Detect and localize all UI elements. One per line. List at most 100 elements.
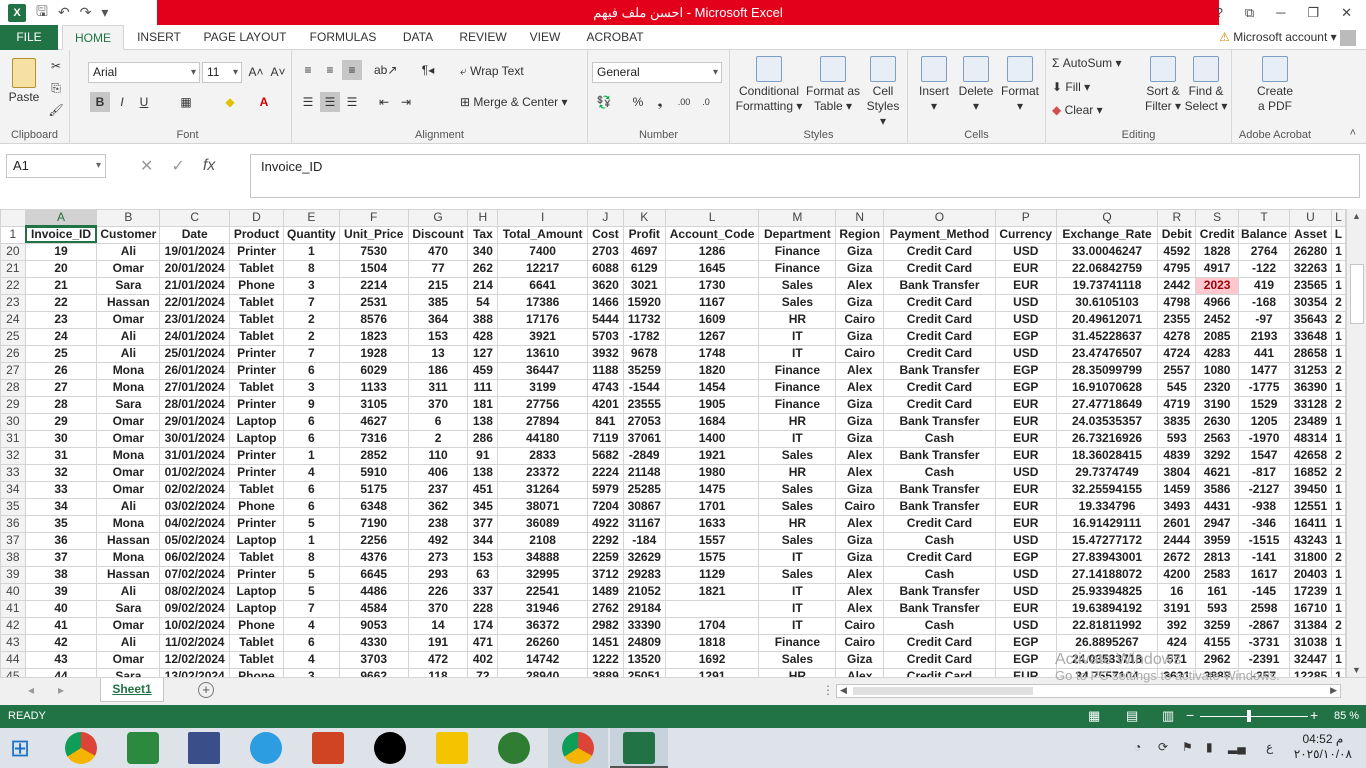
column-header-u[interactable]: U bbox=[1289, 209, 1332, 227]
cell[interactable]: 118 bbox=[407, 667, 469, 677]
cell[interactable]: 22 bbox=[24, 293, 98, 312]
middle-align-icon[interactable]: ≡ bbox=[320, 60, 340, 80]
cell[interactable]: 44180 bbox=[497, 429, 589, 448]
cell[interactable]: 27.47718649 bbox=[1055, 395, 1159, 414]
cell[interactable]: USD bbox=[994, 293, 1057, 312]
cell[interactable]: 1820 bbox=[664, 361, 760, 380]
cell[interactable]: Alex bbox=[835, 378, 885, 397]
header-cell[interactable]: Debit bbox=[1157, 225, 1197, 244]
cell[interactable]: 5703 bbox=[587, 327, 624, 346]
cell[interactable]: Laptop bbox=[229, 599, 284, 618]
cell[interactable]: 32263 bbox=[1289, 259, 1332, 278]
cell[interactable]: 2947 bbox=[1195, 514, 1240, 533]
cell[interactable]: 14742 bbox=[497, 650, 589, 669]
cell[interactable]: 35 bbox=[24, 514, 98, 533]
cell[interactable]: 34888 bbox=[497, 548, 589, 567]
cell[interactable]: EUR bbox=[994, 429, 1057, 448]
cell[interactable]: Alex bbox=[835, 565, 885, 584]
comma-style-icon[interactable]: ❟ bbox=[650, 92, 670, 112]
cell[interactable]: 1609 bbox=[664, 310, 760, 329]
cell[interactable]: -817 bbox=[1238, 463, 1291, 482]
cell[interactable]: 2813 bbox=[1195, 548, 1240, 567]
cell[interactable]: 8 bbox=[282, 259, 340, 278]
cell[interactable]: Credit Card bbox=[883, 633, 996, 652]
cell[interactable]: 153 bbox=[467, 548, 499, 567]
cell[interactable]: Giza bbox=[835, 650, 885, 669]
cell[interactable]: 2355 bbox=[1157, 310, 1197, 329]
cell[interactable]: 36447 bbox=[497, 361, 589, 380]
cell[interactable]: 344 bbox=[467, 531, 499, 550]
bottom-align-icon[interactable]: ≡ bbox=[342, 60, 362, 80]
cell[interactable]: 1475 bbox=[664, 480, 760, 499]
cell[interactable]: 3 bbox=[282, 276, 340, 295]
cell[interactable]: 13610 bbox=[497, 344, 589, 363]
cell[interactable]: 28658 bbox=[1289, 344, 1332, 363]
cell[interactable]: IT bbox=[758, 548, 837, 567]
cell[interactable]: 1 bbox=[1330, 633, 1346, 652]
cell[interactable]: 5910 bbox=[338, 463, 409, 482]
t-app-icon[interactable] bbox=[436, 732, 468, 764]
cell[interactable]: Printer bbox=[229, 514, 284, 533]
cell[interactable]: 4283 bbox=[1195, 344, 1240, 363]
cell[interactable]: 459 bbox=[467, 361, 499, 380]
cell[interactable]: 228 bbox=[467, 599, 499, 618]
cell[interactable]: 02/02/2024 bbox=[159, 480, 231, 499]
cell[interactable]: 2563 bbox=[1195, 429, 1240, 448]
cell[interactable]: 127 bbox=[467, 344, 499, 363]
cell[interactable]: 7316 bbox=[338, 429, 409, 448]
column-header-b[interactable]: B bbox=[96, 209, 161, 227]
cell[interactable]: 111 bbox=[467, 378, 499, 397]
cell[interactable]: 1167 bbox=[664, 293, 760, 312]
cell[interactable]: Omar bbox=[96, 616, 161, 635]
cell[interactable]: Cairo bbox=[835, 616, 885, 635]
cell[interactable]: 18.36028415 bbox=[1055, 446, 1159, 465]
cell[interactable]: 30.6105103 bbox=[1055, 293, 1159, 312]
cell[interactable]: Giza bbox=[835, 480, 885, 499]
cell[interactable]: 2 bbox=[1330, 361, 1346, 380]
cell[interactable]: Laptop bbox=[229, 582, 284, 601]
row-header[interactable]: 35 bbox=[0, 497, 26, 516]
cell[interactable]: Mona bbox=[96, 514, 161, 533]
cell[interactable]: Alex bbox=[835, 446, 885, 465]
cell[interactable]: Laptop bbox=[229, 412, 284, 431]
cell[interactable]: HR bbox=[758, 463, 837, 482]
zoom-slider[interactable] bbox=[1200, 716, 1308, 717]
cell[interactable]: 1 bbox=[1330, 667, 1346, 677]
cell[interactable]: 2193 bbox=[1238, 327, 1291, 346]
cell[interactable]: 1557 bbox=[664, 531, 760, 550]
header-cell[interactable]: Discount bbox=[407, 225, 469, 244]
cell[interactable]: 4922 bbox=[587, 514, 624, 533]
column-header-a[interactable]: A bbox=[24, 209, 98, 227]
select-all-corner[interactable] bbox=[0, 209, 26, 227]
cell[interactable]: Tablet bbox=[229, 293, 284, 312]
cell[interactable]: EUR bbox=[994, 412, 1057, 431]
cell[interactable]: 364 bbox=[407, 310, 469, 329]
collapse-ribbon-icon[interactable]: ˄ bbox=[1350, 127, 1356, 139]
header-cell[interactable]: Credit bbox=[1195, 225, 1240, 244]
cell[interactable]: 36089 bbox=[497, 514, 589, 533]
cell[interactable]: Credit Card bbox=[883, 395, 996, 414]
cell[interactable]: 3021 bbox=[622, 276, 666, 295]
cell[interactable]: 7 bbox=[282, 344, 340, 363]
cell[interactable]: 1129 bbox=[664, 565, 760, 584]
cell[interactable]: Giza bbox=[835, 412, 885, 431]
cell[interactable]: 35259 bbox=[622, 361, 666, 380]
cell[interactable]: 1 bbox=[1330, 565, 1346, 584]
cell[interactable]: 36372 bbox=[497, 616, 589, 635]
store-icon[interactable] bbox=[127, 732, 159, 764]
tab-insert[interactable]: INSERT bbox=[130, 25, 188, 50]
cell[interactable]: 20 bbox=[24, 259, 98, 278]
row-header[interactable]: 22 bbox=[0, 276, 26, 295]
cell[interactable]: 29184 bbox=[622, 599, 666, 618]
chrome-icon[interactable] bbox=[65, 732, 97, 764]
cell[interactable]: 21052 bbox=[622, 582, 666, 601]
cell[interactable]: 39450 bbox=[1289, 480, 1332, 499]
conditional-formatting-button[interactable]: Conditional Formatting ▾ bbox=[734, 56, 804, 114]
insert-function-icon[interactable]: fx bbox=[203, 157, 215, 175]
cell[interactable]: 593 bbox=[1157, 429, 1197, 448]
cell[interactable]: 28 bbox=[24, 395, 98, 414]
cell[interactable]: 42 bbox=[24, 633, 98, 652]
clear-button[interactable]: ◆ Clear ▾ bbox=[1052, 103, 1103, 117]
cell[interactable]: 593 bbox=[1195, 599, 1240, 618]
rtl-icon[interactable]: ¶◂ bbox=[418, 60, 438, 80]
